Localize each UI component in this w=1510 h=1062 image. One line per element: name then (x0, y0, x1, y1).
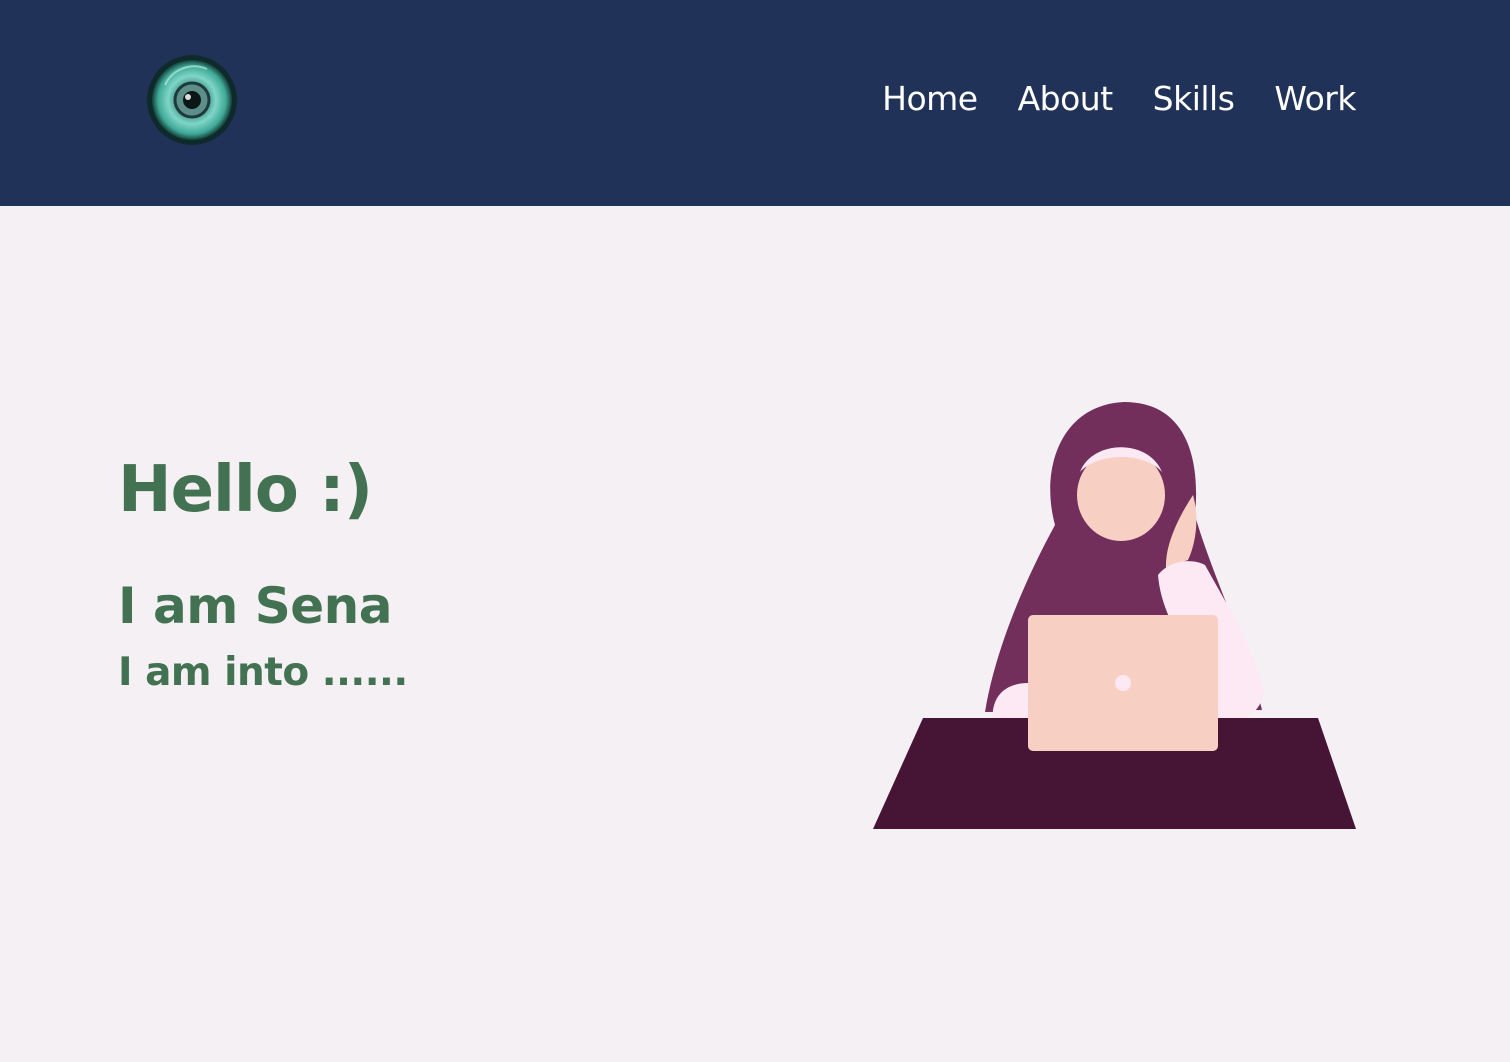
main-nav: Home About Skills Work (882, 76, 1356, 122)
navbar: Home About Skills Work (0, 0, 1510, 206)
nav-home[interactable]: Home (882, 76, 978, 122)
hero-text: Hello :) I am Sena I am into ...... (118, 448, 408, 696)
woman-with-laptop-illustration (873, 402, 1356, 829)
nav-skills[interactable]: Skills (1153, 76, 1235, 122)
hero-interest: I am into ...... (118, 650, 408, 695)
hero-name: I am Sena (118, 577, 393, 635)
eye-icon (147, 55, 237, 145)
nav-about[interactable]: About (1018, 76, 1114, 122)
hero-greeting: Hello :) (118, 453, 373, 527)
logo-link[interactable] (147, 55, 237, 145)
laptop-logo-dot (1115, 675, 1131, 691)
nav-work[interactable]: Work (1274, 76, 1356, 122)
